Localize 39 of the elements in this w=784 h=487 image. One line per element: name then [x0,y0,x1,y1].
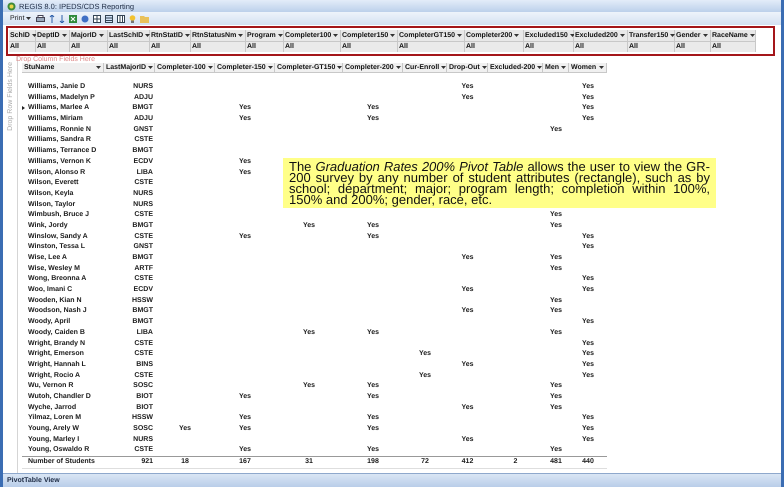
columns-icon[interactable] [117,14,126,22]
caret-icon [670,34,676,37]
app-icon [7,2,16,10]
caret-icon [620,34,625,37]
caret-icon [62,34,67,37]
caret-icon [599,66,604,69]
caret-icon [570,34,575,37]
caret-icon [561,66,566,69]
caret-icon [390,34,396,37]
caret-icon [482,66,487,69]
caret-icon [145,34,150,37]
callout-note: The Graduation Rates 200% Pivot Table allows the user to view the GR-200 survey by any number of student attributes (rectangle), such as by school; department; major; program length; completion within 100%, 150% and 200%; gender, race, etc. [283,158,716,208]
caret-icon [537,66,542,69]
caret-icon [98,34,104,37]
caret-icon [184,34,190,37]
sort-descending-icon[interactable] [59,14,66,22]
caret-icon [26,17,32,20]
caret-icon [148,66,154,69]
caret-icon [208,66,213,69]
caret-icon [278,34,283,37]
caret-icon [514,34,520,37]
lightbulb-icon[interactable] [129,14,136,22]
caret-icon [333,34,338,37]
caret-icon [441,66,446,69]
caret-icon [32,34,37,37]
caret-icon [396,66,401,69]
caret-icon [268,66,273,69]
caret-icon [750,34,755,37]
spreadsheet-icon[interactable] [69,14,78,22]
circle-icon[interactable] [81,14,90,22]
caret-icon [457,34,462,37]
grid-icon[interactable] [93,14,102,22]
caret-icon [702,34,708,37]
caret-icon [96,66,101,69]
caret-icon [238,34,244,37]
table-icon[interactable] [105,14,114,22]
caret-icon [337,66,342,69]
printer-icon[interactable] [36,14,46,22]
sort-ascending-icon[interactable] [49,14,56,22]
